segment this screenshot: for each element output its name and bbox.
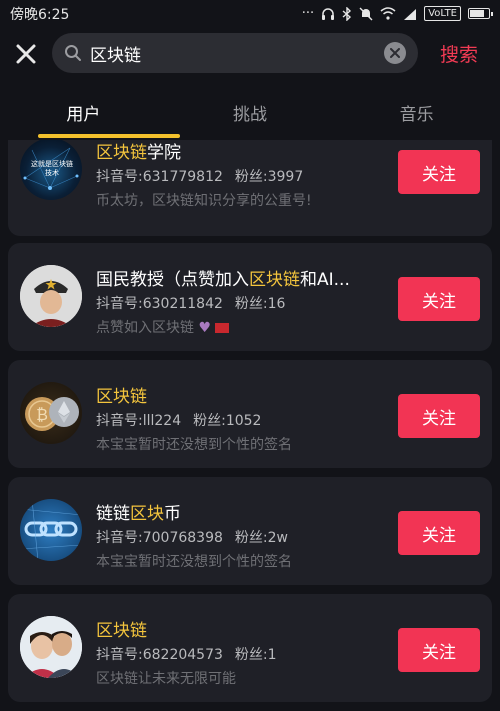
tab-indicator bbox=[38, 134, 180, 138]
search-submit-button[interactable]: 搜索 bbox=[440, 40, 478, 67]
avatar-caption: 这就是区块链技术 bbox=[31, 160, 73, 177]
user-signature: 点赞如入区块链 ♥ bbox=[96, 317, 230, 337]
search-header: 区块链 搜索 bbox=[0, 28, 500, 80]
follow-button[interactable]: 关注 bbox=[398, 394, 480, 438]
coins-avatar-image: ₿ bbox=[25, 397, 79, 431]
user-signature: 区块链让未来无限可能 bbox=[96, 671, 236, 687]
douyin-id: 抖音号:682204573 bbox=[96, 647, 223, 663]
douyin-id: 抖音号:631779812 bbox=[96, 169, 223, 185]
user-meta: 抖音号:lll224 粉丝:1052 bbox=[96, 410, 261, 430]
douyin-id: 抖音号:700768398 bbox=[96, 530, 223, 546]
fans-count: 粉丝:1052 bbox=[193, 413, 262, 429]
battery-icon bbox=[468, 8, 493, 19]
name-text: 国民教授（点赞加入 bbox=[96, 270, 249, 290]
fans-count: 粉丝:16 bbox=[234, 296, 286, 312]
avatar bbox=[20, 499, 82, 561]
user-name: 链链区块币 bbox=[96, 499, 396, 524]
user-signature: 币太坊，区块链知识分享的公重号! bbox=[96, 193, 312, 209]
user-card[interactable]: 链链区块币 抖音号:700768398 粉丝:2w 本宝宝暂时还没想到个性的签名 … bbox=[8, 477, 492, 585]
bluetooth-icon bbox=[342, 6, 352, 21]
avatar: 这就是区块链技术 bbox=[20, 140, 82, 200]
follow-button[interactable]: 关注 bbox=[398, 511, 480, 555]
name-highlight: 区块 bbox=[130, 504, 164, 524]
chain-avatar-image bbox=[20, 499, 82, 561]
user-meta: 抖音号:631779812 粉丝:3997 bbox=[96, 166, 303, 186]
clear-search-button[interactable] bbox=[384, 42, 406, 64]
fans-count: 粉丝:1 bbox=[234, 647, 277, 663]
more-icon: ··· bbox=[301, 6, 315, 21]
user-signature: 本宝宝暂时还没想到个性的签名 bbox=[96, 554, 292, 570]
name-text: 链链 bbox=[96, 504, 130, 524]
search-input[interactable]: 区块链 bbox=[52, 33, 418, 73]
follow-button[interactable]: 关注 bbox=[398, 150, 480, 194]
status-time: 傍晚6:25 bbox=[10, 6, 70, 23]
avatar bbox=[20, 616, 82, 678]
follow-button[interactable]: 关注 bbox=[398, 277, 480, 321]
tab-music[interactable]: 音乐 bbox=[333, 84, 500, 140]
user-card[interactable]: ₿ 区块链 抖音号:lll224 粉丝:1052 本宝宝暂时还没想到个性的签名 关… bbox=[8, 360, 492, 468]
heart-emoji-icon: ♥ bbox=[198, 320, 212, 336]
douyin-id: 抖音号:lll224 bbox=[96, 413, 182, 429]
result-tabs: 用户 挑战 音乐 bbox=[0, 84, 500, 140]
user-meta: 抖音号:700768398 粉丝:2w bbox=[96, 527, 288, 547]
avatar bbox=[20, 265, 82, 327]
user-result-list[interactable]: 这就是区块链技术 区块链学院 抖音号:631779812 粉丝:3997 币太坊，… bbox=[0, 140, 500, 711]
user-meta: 抖音号:682204573 粉丝:1 bbox=[96, 644, 277, 664]
user-card[interactable]: 国民教授（点赞加入区块链和AI... 抖音号:630211842 粉丝:16 点赞… bbox=[8, 243, 492, 351]
name-text: 学院 bbox=[147, 143, 181, 163]
user-name: 区块链学院 bbox=[96, 140, 396, 163]
status-icons: ··· VoLTE bbox=[301, 6, 493, 21]
name-text: 币 bbox=[164, 504, 181, 524]
signal-icon bbox=[404, 8, 417, 20]
flag-emoji-icon bbox=[215, 323, 230, 333]
user-name: 区块链 bbox=[96, 382, 396, 407]
name-highlight: 区块链 bbox=[96, 143, 147, 163]
user-name: 国民教授（点赞加入区块链和AI... bbox=[96, 265, 396, 290]
user-meta: 抖音号:630211842 粉丝:16 bbox=[96, 293, 285, 313]
close-button[interactable] bbox=[10, 38, 42, 70]
name-highlight: 区块链 bbox=[249, 270, 300, 290]
user-signature: 本宝宝暂时还没想到个性的签名 bbox=[96, 437, 292, 453]
avatar: ₿ bbox=[20, 382, 82, 444]
clear-icon bbox=[390, 48, 400, 58]
mute-icon bbox=[359, 7, 373, 20]
user-name: 区块链 bbox=[96, 616, 396, 641]
tab-users[interactable]: 用户 bbox=[0, 84, 167, 140]
name-highlight: 区块链 bbox=[96, 621, 147, 641]
fans-count: 粉丝:3997 bbox=[234, 169, 304, 185]
fans-count: 粉丝:2w bbox=[234, 530, 288, 546]
user-card[interactable]: 区块链 抖音号:682204573 粉丝:1 区块链让未来无限可能 关注 bbox=[8, 594, 492, 702]
douyin-id: 抖音号:630211842 bbox=[96, 296, 223, 312]
search-query: 区块链 bbox=[90, 45, 141, 66]
close-icon bbox=[16, 44, 36, 64]
svg-text:₿: ₿ bbox=[36, 405, 48, 424]
person-avatar-image bbox=[20, 265, 82, 327]
follow-button[interactable]: 关注 bbox=[398, 628, 480, 672]
couple-avatar-image bbox=[20, 616, 82, 678]
name-text: 和AI... bbox=[300, 270, 350, 290]
search-icon bbox=[65, 45, 81, 61]
tab-challenges[interactable]: 挑战 bbox=[167, 84, 334, 140]
headphones-icon bbox=[322, 7, 335, 20]
status-bar: 傍晚6:25 ··· VoLTE bbox=[0, 0, 500, 27]
wifi-icon bbox=[380, 7, 396, 20]
name-highlight: 区块链 bbox=[96, 387, 147, 407]
user-card[interactable]: 这就是区块链技术 区块链学院 抖音号:631779812 粉丝:3997 币太坊，… bbox=[8, 140, 492, 236]
volte-badge: VoLTE bbox=[424, 6, 461, 21]
